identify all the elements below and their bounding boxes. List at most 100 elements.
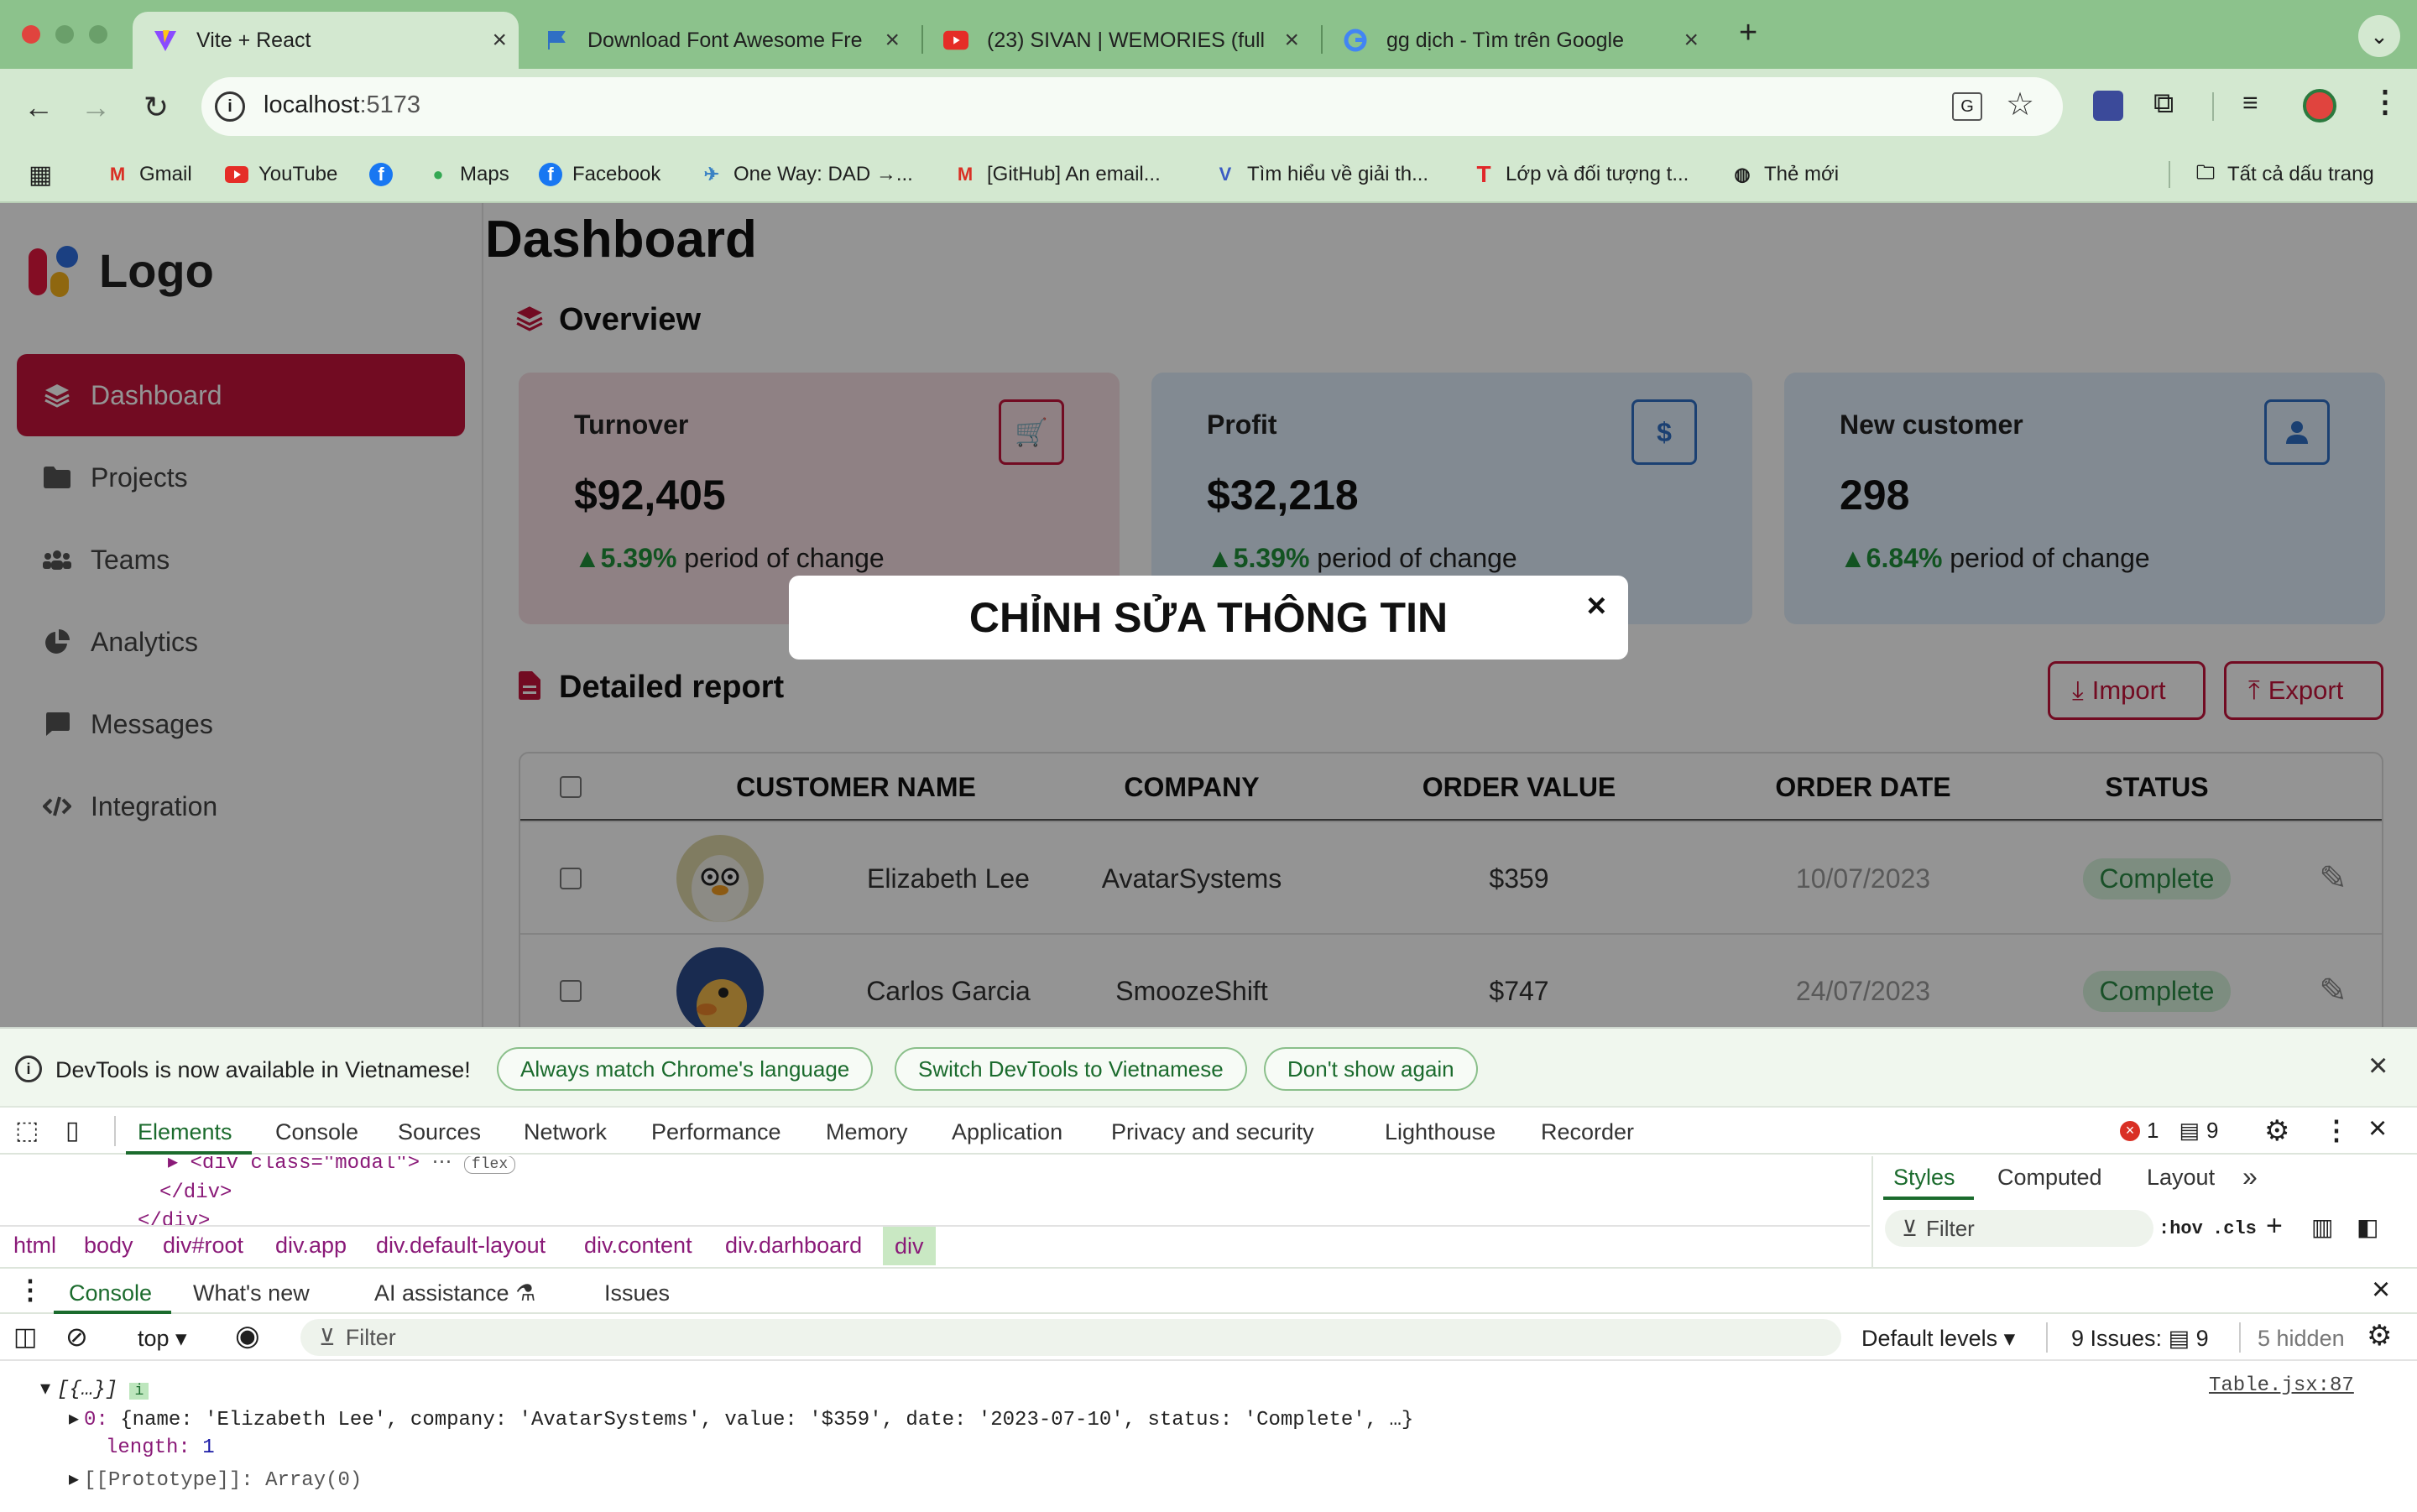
- styles-filter-input[interactable]: ⊻ Filter: [1885, 1210, 2153, 1247]
- drawer-tab-whats-new[interactable]: What's new: [193, 1280, 310, 1306]
- new-style-rule-icon[interactable]: +: [2266, 1210, 2283, 1243]
- modal-close-icon[interactable]: ×: [1587, 587, 1606, 625]
- tab-vite-react[interactable]: Vite + React ×: [133, 12, 519, 69]
- issues-counter[interactable]: 9 Issues: ▤ 9: [2071, 1326, 2209, 1352]
- breadcrumb-item[interactable]: div.content: [584, 1233, 692, 1259]
- bookmark-star-icon[interactable]: ☆: [2006, 86, 2034, 123]
- browser-menu-icon[interactable]: ⋮: [2370, 84, 2400, 119]
- tab-close-icon[interactable]: ×: [492, 26, 507, 55]
- devtools-settings-icon[interactable]: ⚙: [2264, 1114, 2289, 1148]
- tab-sources[interactable]: Sources: [398, 1119, 481, 1145]
- extensions-puzzle-icon[interactable]: ⧉: [2153, 87, 2174, 120]
- tab-title: (23) SIVAN | WEMORIES (full: [987, 28, 1266, 52]
- bookmark-facebook[interactable]: f Facebook: [539, 159, 660, 190]
- tab-youtube[interactable]: (23) SIVAN | WEMORIES (full ×: [923, 12, 1311, 69]
- console-settings-icon[interactable]: ⚙: [2367, 1319, 2392, 1353]
- bookmark-tim-hieu[interactable]: V Tìm hiểu về giải th...: [1214, 159, 1428, 190]
- bookmark-lop-doi-tuong[interactable]: T Lớp và đối tượng t...: [1472, 159, 1689, 190]
- translate-icon[interactable]: G: [1952, 92, 1982, 121]
- log-summary[interactable]: ▾ [{…}] i: [40, 1376, 149, 1401]
- dont-show-again-button[interactable]: Don't show again: [1264, 1047, 1478, 1091]
- tab-close-icon[interactable]: ×: [885, 26, 900, 55]
- tab-privacy-security[interactable]: Privacy and security: [1111, 1119, 1314, 1145]
- drawer-menu-icon[interactable]: ⋮: [17, 1274, 44, 1306]
- drawer-tab-ai-assistance[interactable]: AI assistance ⚗: [374, 1280, 535, 1306]
- toggle-sidebar-icon[interactable]: ◧: [2357, 1213, 2378, 1241]
- devtools-close-icon[interactable]: ×: [2368, 1111, 2387, 1147]
- new-tab-button[interactable]: +: [1739, 15, 1757, 51]
- breadcrumb-item[interactable]: div.default-layout: [376, 1233, 546, 1259]
- hov-toggle[interactable]: :hov: [2159, 1218, 2203, 1239]
- always-match-language-button[interactable]: Always match Chrome's language: [497, 1047, 874, 1091]
- tab-performance[interactable]: Performance: [651, 1119, 781, 1145]
- forward-button[interactable]: →: [74, 86, 117, 129]
- console-sidebar-icon[interactable]: ◫: [13, 1322, 37, 1352]
- tab-google[interactable]: gg dịch - Tìm trên Google ×: [1323, 12, 1710, 69]
- tab-console[interactable]: Console: [275, 1119, 358, 1145]
- switch-to-vietnamese-button[interactable]: Switch DevTools to Vietnamese: [895, 1047, 1247, 1091]
- log-source-link[interactable]: Table.jsx:87: [2209, 1374, 2354, 1397]
- bookmark-youtube[interactable]: YouTube: [225, 159, 337, 190]
- cls-toggle[interactable]: .cls: [2212, 1218, 2257, 1239]
- tab-layout[interactable]: Layout: [2147, 1165, 2215, 1191]
- console-output: ▾ [{…}] i Table.jsx:87 ▸ 0: {name: 'Elizab…: [0, 1361, 2417, 1512]
- bookmark-gmail[interactable]: M Gmail: [106, 159, 192, 190]
- console-filter-input[interactable]: ⊻ Filter: [300, 1319, 1841, 1356]
- bookmark-maps[interactable]: ● Maps: [426, 159, 509, 190]
- more-tabs-icon[interactable]: »: [2242, 1161, 2258, 1192]
- bookmark-the-moi[interactable]: ◍ Thẻ mới: [1731, 159, 1839, 190]
- window-minimize-button[interactable]: [55, 25, 74, 44]
- tab-lighthouse[interactable]: Lighthouse: [1385, 1119, 1496, 1145]
- drawer-tab-console[interactable]: Console: [69, 1280, 152, 1306]
- tab-close-icon[interactable]: ×: [1284, 26, 1299, 55]
- breadcrumb-item[interactable]: body: [84, 1233, 133, 1259]
- reload-button[interactable]: ↻: [134, 86, 178, 129]
- back-button[interactable]: ←: [17, 86, 60, 129]
- bookmark-github-email[interactable]: M [GitHub] An email...: [953, 159, 1161, 190]
- tab-network[interactable]: Network: [524, 1119, 607, 1145]
- log-prototype[interactable]: ▸ [[Prototype]]: Array(0): [69, 1467, 362, 1492]
- window-close-button[interactable]: [22, 25, 40, 44]
- media-control-icon[interactable]: ≡: [2242, 87, 2258, 118]
- inspect-element-icon[interactable]: ⬚: [15, 1116, 39, 1145]
- drawer-tab-issues[interactable]: Issues: [604, 1280, 670, 1306]
- drawer-close-icon[interactable]: ×: [2372, 1272, 2390, 1308]
- url-text: localhost:5173: [264, 91, 420, 119]
- address-bar[interactable]: i localhost:5173 G ☆: [201, 77, 2063, 136]
- tab-computed[interactable]: Computed: [1997, 1165, 2102, 1191]
- tab-close-icon[interactable]: ×: [1684, 26, 1699, 55]
- infobar-close-icon[interactable]: ×: [2368, 1047, 2388, 1085]
- all-bookmarks-folder[interactable]: 🗀 Tất cả dấu trang: [2194, 159, 2374, 190]
- dom-node[interactable]: </div>: [159, 1181, 232, 1204]
- devtools-menu-icon[interactable]: ⋮: [2323, 1114, 2350, 1146]
- breadcrumb-item[interactable]: div#root: [163, 1233, 243, 1259]
- bookmark-facebook-icon-only[interactable]: f: [369, 159, 403, 190]
- device-toolbar-icon[interactable]: ▯: [65, 1116, 80, 1145]
- live-expression-eye-icon[interactable]: ◉: [235, 1319, 260, 1353]
- tab-search-button[interactable]: ⌄: [2358, 15, 2400, 57]
- breadcrumb-item[interactable]: html: [13, 1233, 56, 1259]
- tab-styles[interactable]: Styles: [1893, 1165, 1955, 1191]
- tab-font-awesome[interactable]: Download Font Awesome Fre ×: [524, 12, 911, 69]
- error-counter[interactable]: × 1 ▤ 9: [2120, 1118, 2219, 1144]
- paint-roller-icon[interactable]: ▥: [2311, 1213, 2333, 1241]
- dom-node[interactable]: ▸ <div class="modal"> ⋯ flex: [168, 1156, 516, 1175]
- site-info-icon[interactable]: i: [215, 91, 245, 122]
- tab-application[interactable]: Application: [952, 1119, 1062, 1145]
- breadcrumb-item[interactable]: div.darhboard: [725, 1233, 862, 1259]
- bookmark-one-way[interactable]: ✈ One Way: DAD →...: [700, 159, 913, 190]
- context-selector[interactable]: top ▾: [138, 1326, 187, 1352]
- clear-console-icon[interactable]: ⊘: [65, 1321, 88, 1353]
- breadcrumb-item[interactable]: div.app: [275, 1233, 347, 1259]
- profile-avatar[interactable]: [2303, 89, 2336, 123]
- breadcrumb-item[interactable]: div: [883, 1227, 936, 1265]
- tab-recorder[interactable]: Recorder: [1541, 1119, 1634, 1145]
- tab-elements[interactable]: Elements: [138, 1119, 232, 1145]
- tab-memory[interactable]: Memory: [826, 1119, 908, 1145]
- apps-grid-icon[interactable]: ▦: [29, 159, 52, 190]
- log-entry[interactable]: ▸ 0: {name: 'Elizabeth Lee', company: 'Av…: [69, 1406, 1413, 1431]
- extension-icon[interactable]: [2093, 91, 2123, 121]
- log-levels-dropdown[interactable]: Default levels ▾: [1861, 1326, 2015, 1352]
- window-zoom-button[interactable]: [89, 25, 107, 44]
- flex-badge[interactable]: flex: [463, 1156, 516, 1174]
